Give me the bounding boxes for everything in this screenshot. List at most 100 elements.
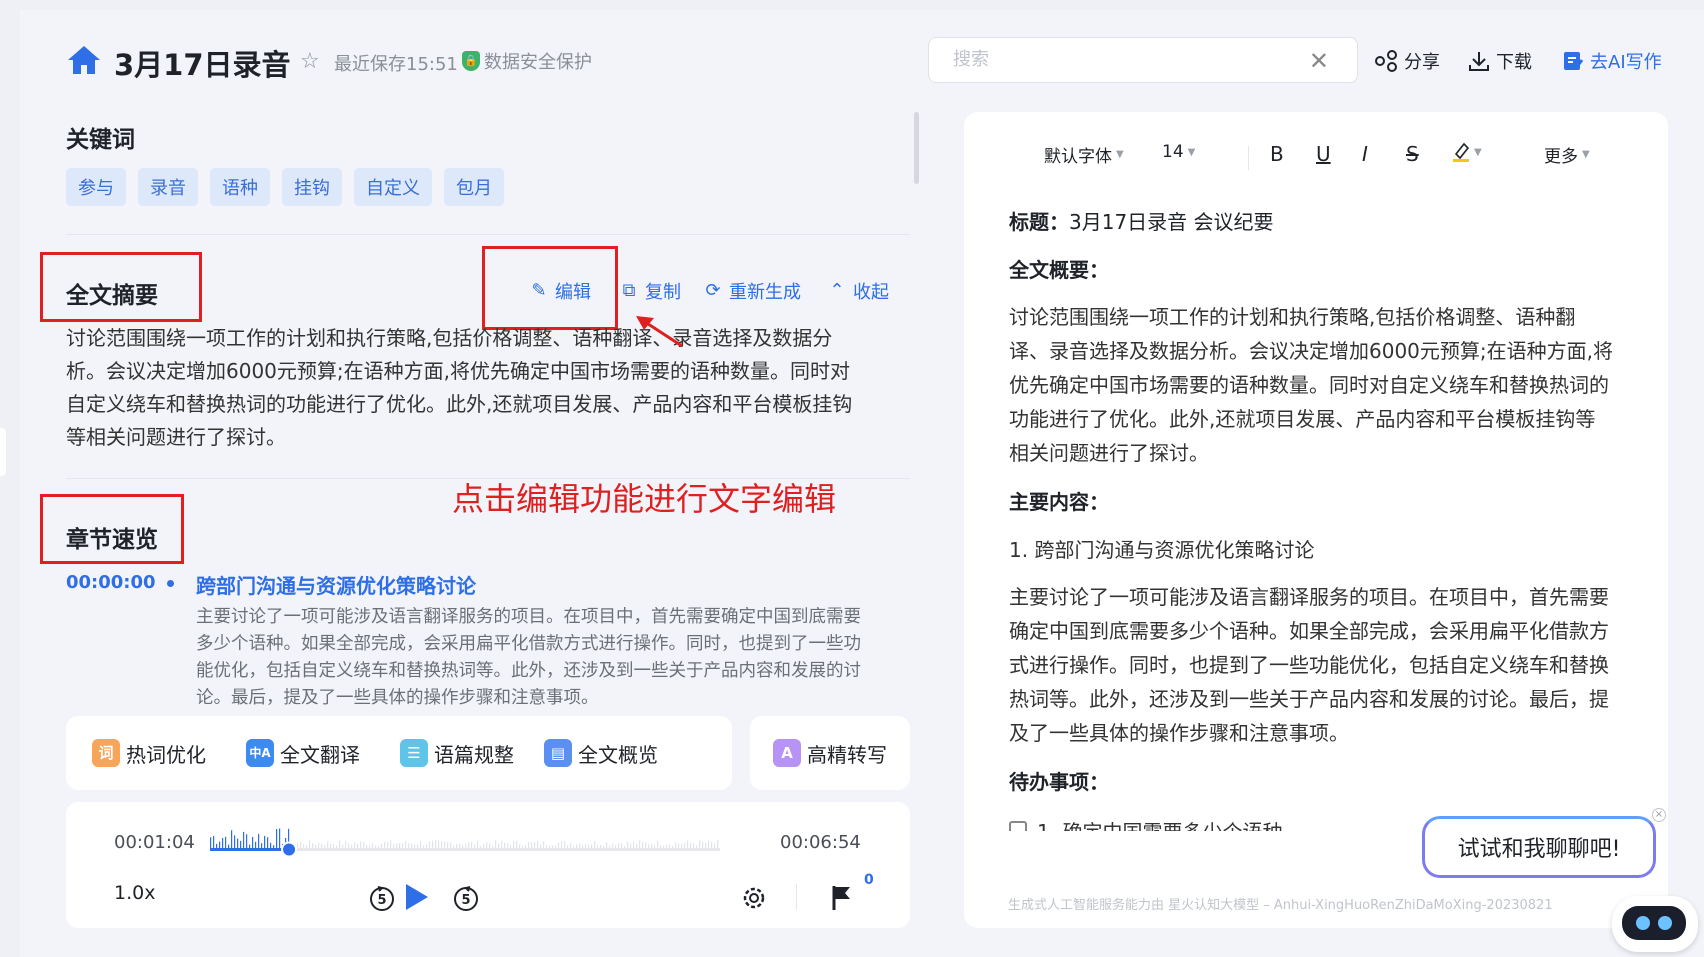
regenerate-button[interactable]: ⟳ 重新生成 — [702, 278, 801, 304]
clear-icon[interactable]: ✕ — [1309, 47, 1329, 75]
waveform-bar — [585, 843, 587, 848]
waveform-bar — [684, 842, 686, 848]
waveform-bar — [366, 845, 368, 848]
discourse-button[interactable]: ☰ 语篇规整 — [400, 739, 514, 768]
ai-write-button[interactable]: 去AI写作 — [1562, 48, 1662, 74]
waveform-bar — [630, 843, 632, 848]
waveform-bar — [348, 843, 350, 848]
overview-icon: ▤ — [544, 739, 572, 767]
waveform-bar — [660, 845, 662, 848]
star-icon[interactable]: ☆ — [300, 49, 320, 74]
highlight-box-edit — [482, 246, 618, 330]
assistant-robot-icon[interactable] — [1612, 896, 1698, 952]
waveform-bar — [531, 841, 533, 848]
bold-button[interactable]: B — [1270, 142, 1284, 166]
hq-transcribe-button[interactable]: A 高精转写 — [773, 739, 887, 768]
download-icon — [1469, 52, 1489, 71]
side-collapse-handle[interactable] — [0, 428, 6, 476]
scrubber-knob[interactable] — [281, 841, 298, 858]
waveform-bar — [429, 841, 431, 848]
document-title[interactable]: 3月17日录音 — [114, 42, 291, 84]
close-icon[interactable]: × — [1652, 808, 1666, 822]
hotword-button[interactable]: 词 热词优化 — [92, 739, 206, 768]
settings-icon[interactable] — [740, 884, 768, 912]
chapter-line: 能优化，包括自定义绕车和替换热词等。此外，还涉及到一些关于产品内容和发展的讨 — [196, 661, 861, 681]
keyword-tag[interactable]: 语种 — [210, 168, 270, 206]
share-icon — [1375, 50, 1397, 72]
play-icon[interactable] — [400, 880, 432, 914]
translate-button[interactable]: 中A 全文翻译 — [246, 739, 360, 768]
scrollbar[interactable] — [914, 112, 919, 184]
waveform-bar — [636, 844, 638, 848]
editor-panel: 默认字体 ▼ 14 ▼ B U I S ▼ 更多 ▼ 标题：3月17日录音 会议… — [964, 112, 1668, 928]
progress-fill — [210, 848, 290, 851]
copy-button[interactable]: ⧉ 复制 — [618, 278, 681, 304]
document-body[interactable]: 标题：3月17日录音 会议纪要 全文概要： 讨论范围围绕一项工作的计划和执行策略… — [1009, 204, 1639, 831]
waveform-bar — [516, 840, 518, 848]
waveform-bar — [471, 841, 473, 848]
waveform-bar — [570, 843, 572, 848]
waveform-bar — [249, 844, 251, 848]
highlight-button[interactable]: ▼ — [1452, 142, 1482, 162]
waveform-bar — [522, 845, 524, 848]
underline-button[interactable]: U — [1316, 142, 1331, 166]
robot-eye — [1658, 916, 1672, 930]
more-button[interactable]: 更多 ▼ — [1544, 142, 1590, 167]
waveform-bar — [561, 841, 563, 848]
waveform-bar — [447, 842, 449, 848]
chapter-heading[interactable]: 跨部门沟通与资源优化策略讨论 — [196, 570, 476, 599]
italic-button[interactable]: I — [1362, 142, 1368, 166]
waveform-bar — [462, 844, 464, 848]
caret-down-icon: ▼ — [1474, 146, 1482, 158]
summary-line: 自定义绕车和替换热词的功能进行了优化。此外,还就项目发展、产品内容和平台模板挂钩 — [66, 392, 853, 416]
waveform-scrubber[interactable] — [210, 816, 772, 864]
waveform-bar — [303, 844, 305, 848]
waveform-bar — [318, 842, 320, 848]
keyword-tag[interactable]: 录音 — [138, 168, 198, 206]
search-box[interactable]: ✕ — [928, 37, 1358, 83]
keyword-tag[interactable]: 包月 — [444, 168, 504, 206]
collapse-button[interactable]: ⌃ 收起 — [826, 278, 889, 304]
font-size-select[interactable]: 14 ▼ — [1162, 142, 1195, 162]
keyword-tag[interactable]: 自定义 — [354, 168, 432, 206]
caret-down-icon: ▼ — [1187, 146, 1196, 158]
todo-checkbox[interactable] — [1009, 821, 1027, 831]
waveform-bar — [657, 840, 659, 848]
speed-button[interactable]: 1.0x — [114, 882, 155, 904]
share-button[interactable]: 分享 — [1374, 48, 1440, 74]
search-input[interactable] — [953, 49, 1293, 70]
waveform-bar — [468, 841, 470, 848]
waveform-bar — [402, 843, 404, 848]
waveform-bar — [540, 844, 542, 848]
chat-prompt-bubble[interactable]: 试试和我聊聊吧! — [1422, 816, 1656, 878]
flag-icon[interactable] — [830, 884, 854, 912]
doc-overview-line: 相关问题进行了探讨。 — [1009, 441, 1209, 465]
strikethrough-button[interactable]: S — [1406, 142, 1419, 166]
keyword-tag[interactable]: 参与 — [66, 168, 126, 206]
waveform-bar — [495, 840, 497, 848]
strikethrough-icon: S — [1406, 142, 1419, 166]
chapter-timestamp[interactable]: 00:00:00 — [66, 572, 156, 593]
waveform-bar — [513, 841, 515, 848]
download-button[interactable]: 下载 — [1468, 48, 1532, 74]
waveform-bar — [375, 845, 377, 848]
waveform-bar — [552, 845, 554, 848]
rewind-5-icon[interactable]: 5 — [368, 884, 396, 912]
doc-main-line: 主要讨论了一项可能涉及语言翻译服务的项目。在项目中，首先需要 — [1009, 585, 1609, 609]
waveform-bar — [417, 844, 419, 848]
home-icon[interactable] — [66, 44, 102, 76]
waveform-bar — [309, 840, 311, 848]
waveform-bar — [639, 840, 641, 848]
waveform-bar — [330, 843, 332, 848]
waveform-bar — [297, 842, 299, 848]
font-family-select[interactable]: 默认字体 ▼ — [1044, 142, 1124, 167]
waveform-bar — [576, 844, 578, 848]
forward-5-icon[interactable]: 5 — [452, 884, 480, 912]
overview-button[interactable]: ▤ 全文概览 — [544, 739, 658, 768]
chapter-body: 主要讨论了一项可能涉及语言翻译服务的项目。在项目中，首先需要确定中国到底需要 多… — [196, 604, 900, 712]
waveform-bar — [615, 845, 617, 848]
waveform-bar — [333, 843, 335, 848]
divider — [66, 234, 910, 235]
keyword-tag[interactable]: 挂钩 — [282, 168, 342, 206]
divider — [1248, 146, 1249, 170]
